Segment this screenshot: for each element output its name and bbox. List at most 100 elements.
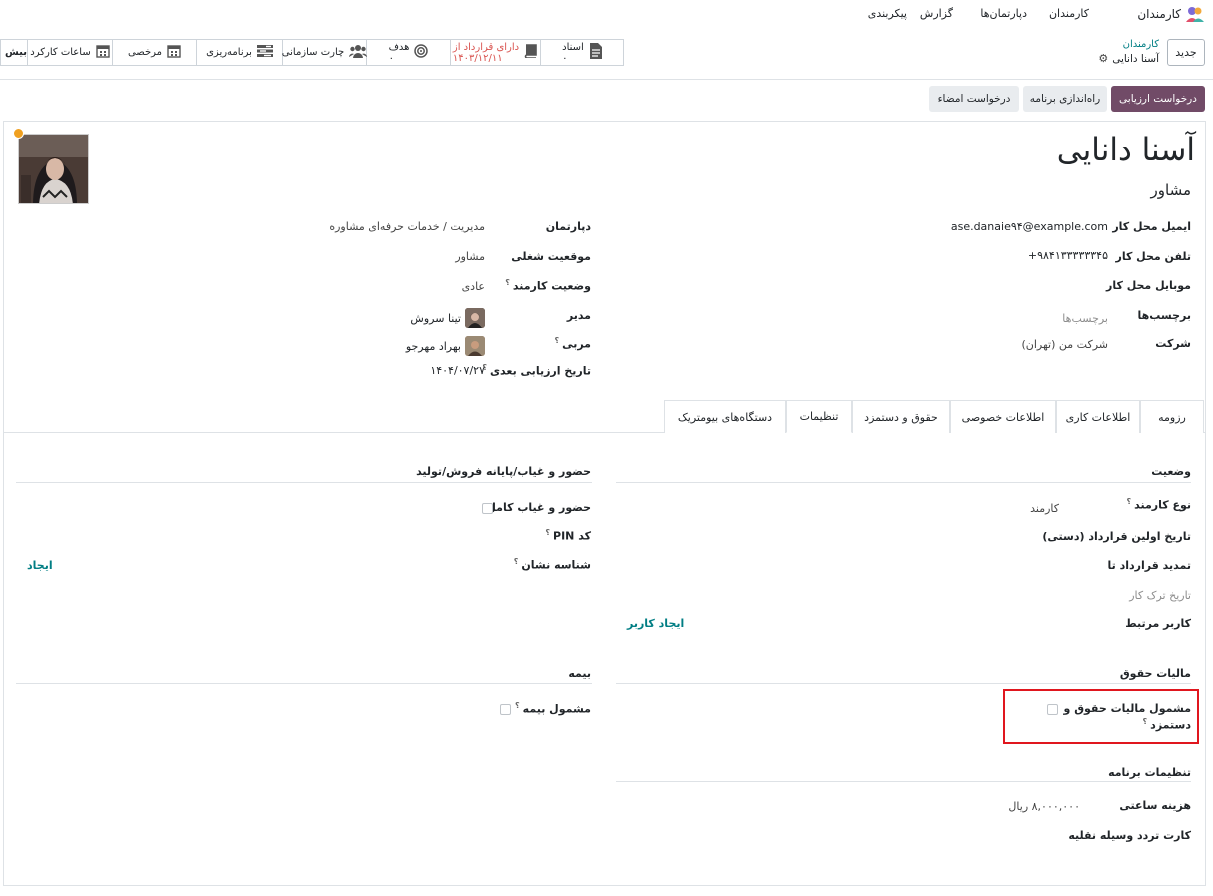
time-off-label: مرخصی [127,47,163,58]
manager-label: مدیر [566,309,591,322]
contract-date: ۱۴۰۳/۱۲/۱۱ [452,52,503,64]
insurance-section-divider [16,683,592,684]
employee-type-label: نوع کارمند؟ [1126,497,1191,512]
payroll-tax-section-divider [616,683,1191,684]
highlight-box [1003,689,1199,744]
org-chart-smart-button[interactable]: چارت سازمانی [281,40,368,65]
insured-checkbox[interactable] [500,704,511,715]
help-icon[interactable]: ؟ [1126,497,1131,506]
help-icon[interactable]: ؟ [515,701,520,710]
tags-input[interactable]: برچسب‌ها [1062,312,1108,325]
coach-value[interactable]: بهراد مهرجو [406,336,485,356]
menu-configuration[interactable]: پیکربندی [868,7,907,20]
more-smart-button[interactable]: بیش [0,40,27,65]
attendance-section-divider [16,482,592,483]
manager-value[interactable]: تینا سروش [410,308,485,328]
menu-employees[interactable]: کارمندان [1049,7,1089,20]
contract-smart-button[interactable]: دارای قرارداد از ۱۴۰۳/۱۲/۱۱ [450,40,540,65]
employee-name[interactable]: آسنا دانایی [1057,132,1195,168]
manager-name: تینا سروش [410,311,461,325]
program-settings-section-divider [616,781,1191,782]
control-panel-divider [0,79,1213,80]
presence-status-dot [13,128,24,139]
next-appraisal-label-text: تاریخ ارزیابی بعدی [489,364,591,378]
contract-extension-label: تمدید قرارداد تا [1107,559,1191,572]
menu-reporting[interactable]: گزارش [920,7,953,20]
launch-plan-button[interactable]: راه‌اندازی برنامه [1023,86,1107,112]
calendar-icon [167,44,181,62]
status-section-divider [616,482,1191,483]
menu-departments[interactable]: دپارتمان‌ها [980,7,1027,20]
book-icon [524,43,538,62]
employee-type-value[interactable]: کارمند [1030,502,1059,515]
related-user-label: کاربر مرتبط [1125,617,1191,630]
manager-avatar [465,308,485,328]
goal-smart-button[interactable]: هدف ۰ [366,40,450,65]
request-appraisal-button[interactable]: درخواست ارزیابی [1111,86,1205,112]
coach-label-text: مربی [562,337,591,351]
tab-settings[interactable]: تنظیمات [786,400,852,433]
help-icon[interactable]: ؟ [545,528,550,537]
planning-label: برنامه‌ریزی [206,47,252,58]
next-appraisal-value[interactable]: ۱۴۰۴/۰۷/۲۷ [430,364,485,377]
tab-payroll[interactable]: حقوق و دستمزد [852,400,950,433]
program-settings-section-title: تنظیمات برنامه [1108,766,1191,779]
app-brand[interactable]: کارمندان [1137,5,1205,23]
job-position-value[interactable]: مشاور [455,250,485,263]
document-icon [589,42,603,63]
breadcrumb-parent[interactable]: کارمندان [1123,39,1159,50]
employee-status-label-text: وضعیت کارمند [512,279,591,293]
tasks-icon [256,44,273,62]
payroll-tax-section-title: مالیات حقوق [1119,667,1191,680]
create-user-link[interactable]: ایجاد کاربر [627,617,684,630]
work-phone-value[interactable]: +۹۸۴۱۳۳۳۳۳۳۴۵ [1028,249,1108,262]
work-mobile-label: موبایل محل کار [1106,279,1191,292]
work-hours-label: ساعات کارکرد [30,47,91,58]
help-icon[interactable]: ؟ [514,557,519,566]
tab-private-information[interactable]: اطلاعات خصوصی [950,400,1056,433]
fleet-card-label: کارت تردد وسیله نقلیه [1068,829,1191,842]
org-chart-label: چارت سازمانی [281,47,345,58]
work-email-value[interactable]: ase.danaie۹۴@example.com [951,220,1108,233]
new-button[interactable]: جدید [1167,39,1205,66]
pin-code-label-text: کد PIN [553,529,591,543]
departure-date-field[interactable]: تاریخ ترک کار [1129,589,1191,602]
tab-biometric-devices[interactable]: دستگاه‌های بیومتریک [664,400,786,433]
documents-smart-button[interactable]: اسناد ۰ [540,40,624,65]
hourly-cost-value[interactable]: ۸,۰۰۰,۰۰۰ ریال [1008,800,1080,813]
employee-photo[interactable] [18,134,89,204]
help-icon[interactable]: ؟ [554,336,559,345]
app-logo-icon [1185,6,1205,22]
calendar-icon [96,44,110,62]
work-mobile-input[interactable] [628,279,1108,293]
employee-status-label: وضعیت کارمند؟ [505,278,591,293]
first-contract-date-label: تاریخ اولین قرارداد (دستی) [1042,530,1191,543]
full-attendance-checkbox[interactable] [482,503,493,514]
company-value[interactable]: شرکت من (تهران) [1021,338,1108,351]
gear-icon[interactable]: ⚙ [1098,52,1108,65]
work-hours-smart-button[interactable]: ساعات کارکرد [27,40,112,65]
employee-status-value[interactable]: عادی [462,280,485,293]
insured-label: مشمول بیمه؟ [515,701,591,716]
planning-smart-button[interactable]: برنامه‌ریزی [196,40,282,65]
employee-type-label-text: نوع کارمند [1134,498,1191,512]
time-off-smart-button[interactable]: مرخصی [112,40,196,65]
documents-label: اسناد [562,41,584,53]
status-section-title: وضعیت [1151,465,1191,478]
insured-label-text: مشمول بیمه [522,702,591,716]
help-icon[interactable]: ؟ [505,278,510,287]
job-position-label: موقعیت شغلی [511,250,591,263]
contract-label: دارای قرارداد از [452,41,520,53]
work-phone-label: تلفن محل کار [1115,250,1191,263]
hourly-cost-label: هزینه ساعتی [1119,799,1191,812]
tab-work-information[interactable]: اطلاعات کاری [1056,400,1140,433]
badge-create-link[interactable]: ایجاد [27,559,53,572]
breadcrumb-current: آسنا دانایی ⚙ [1098,52,1159,65]
insurance-section-title: بیمه [568,667,591,680]
department-value[interactable]: مدیریت / خدمات حرفه‌ای مشاوره [329,220,485,233]
request-signature-button[interactable]: درخواست امضاء [929,86,1019,112]
tab-resume[interactable]: رزومه [1140,400,1204,433]
employee-job-title[interactable]: مشاور [1151,181,1191,199]
smart-buttons: اسناد ۰ دارای قرارداد از ۱۴۰۳/۱۲/۱۱ هدف … [0,39,624,66]
full-attendance-label: حضور و غیاب کامل [486,501,591,514]
